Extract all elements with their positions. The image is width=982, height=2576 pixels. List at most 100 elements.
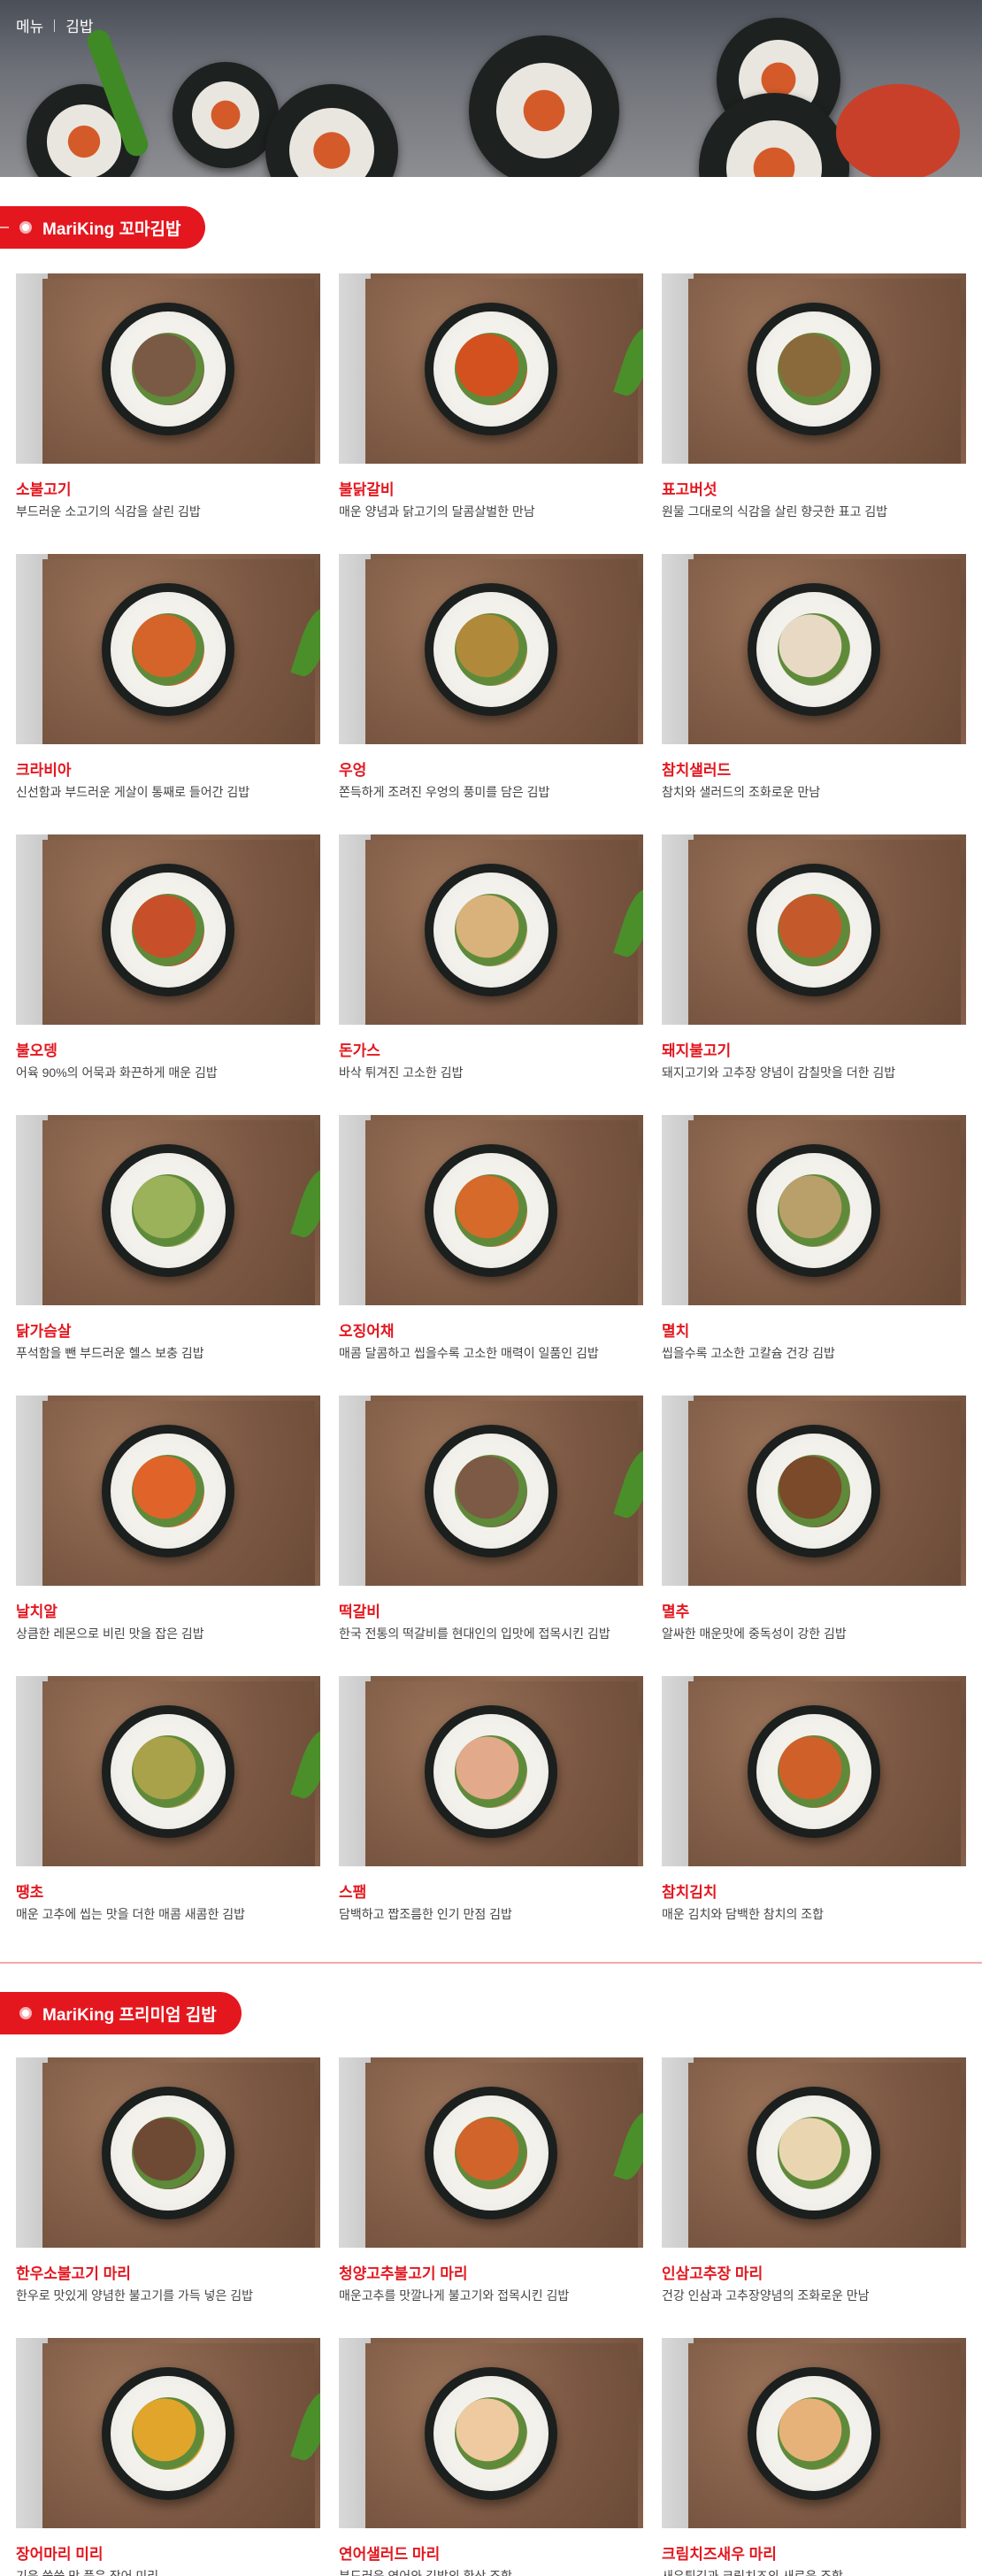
menu-item-name[interactable]: 참치김치 xyxy=(662,1884,966,1902)
filling xyxy=(455,332,527,405)
filling xyxy=(455,2116,527,2189)
kimbap-roll xyxy=(102,2366,234,2500)
menu-item-name[interactable]: 우엉 xyxy=(339,762,643,780)
section-brand: MariKing xyxy=(42,2005,115,2025)
menu-card[interactable]: 불오뎅 어육 90%의 어묵과 화끈하게 매운 김밥 xyxy=(16,834,320,1115)
menu-item-name[interactable]: 돼지불고기 xyxy=(662,1042,966,1060)
menu-item-name[interactable]: 불오뎅 xyxy=(16,1042,320,1060)
menu-card[interactable]: 참치샐러드 참치와 샐러드의 조화로운 만남 xyxy=(662,554,966,834)
kimbap-photo[interactable] xyxy=(662,554,966,744)
kimbap-photo[interactable] xyxy=(16,834,320,1025)
kimbap-photo[interactable] xyxy=(16,2338,320,2528)
menu-card[interactable]: 인삼고추장 마리 건강 인삼과 고추장양념의 조화로운 만남 xyxy=(662,2057,966,2338)
section-heading-premium: MariKing 프리미엄 김밥 xyxy=(0,1991,242,2035)
kimbap-photo[interactable] xyxy=(662,273,966,464)
section-title: 꼬마김밥 xyxy=(119,219,181,239)
menu-item-name[interactable]: 멸치 xyxy=(662,1323,966,1341)
kimbap-photo[interactable] xyxy=(339,1676,643,1866)
menu-card[interactable]: 크림치즈새우 마리새우튀김과 크림치즈의 새로운 조합 xyxy=(662,2338,966,2576)
menu-item-name[interactable]: 돈가스 xyxy=(339,1042,643,1060)
kimbap-photo[interactable] xyxy=(16,273,320,464)
menu-card[interactable]: 참치김치 매운 김치와 담백한 참치의 조합 xyxy=(662,1676,966,1957)
kimbap-roll xyxy=(102,302,234,435)
menu-item-name[interactable]: 떡갈비 xyxy=(339,1603,643,1621)
kimbap-photo[interactable] xyxy=(16,1115,320,1305)
section-line-left xyxy=(0,227,9,228)
kimbap-roll xyxy=(425,1143,557,1277)
kimbap-photo[interactable] xyxy=(662,2338,966,2528)
menu-item-name[interactable]: 연어샐러드 마리 xyxy=(339,2546,643,2564)
menu-card[interactable]: 오징어채 매콤 달콤하고 씹을수록 고소한 매력이 일품인 김밥 xyxy=(339,1115,643,1396)
menu-card[interactable]: 돈가스바삭 튀겨진 고소한 김밥 xyxy=(339,834,643,1115)
menu-card[interactable]: 장어마리 미리 기운 쑥쑥 맛 품은 장어 미리 xyxy=(16,2338,320,2576)
menu-card[interactable]: 스팸 담백하고 짭조름한 인기 만점 김밥 xyxy=(339,1676,643,1957)
menu-card[interactable]: 표고버섯 원물 그대로의 식감을 살린 향긋한 표고 김밥 xyxy=(662,273,966,554)
menu-item-name[interactable]: 땡초 xyxy=(16,1884,320,1902)
menu-item-name[interactable]: 한우소불고기 마리 xyxy=(16,2265,320,2283)
menu-item-name[interactable]: 소불고기 xyxy=(16,481,320,499)
kimbap-roll xyxy=(425,1704,557,1838)
kimbap-roll xyxy=(748,1143,880,1277)
menu-card[interactable]: 연어샐러드 마리 부드러운 연어와 김밥의 환상 조합 xyxy=(339,2338,643,2576)
menu-card[interactable]: 한우소불고기 마리 한우로 맛있게 양념한 불고기를 가득 넣은 김밥 xyxy=(16,2057,320,2338)
fruit-garnish xyxy=(836,84,960,177)
menu-item-name[interactable]: 크라비아 xyxy=(16,762,320,780)
menu-item-description: 새우튀김과 크림치즈의 새로운 조합 xyxy=(662,2569,843,2576)
kimbap-roll xyxy=(425,1424,557,1557)
kimbap-photo[interactable] xyxy=(662,1115,966,1305)
menu-item-name[interactable]: 청양고추불고기 마리 xyxy=(339,2265,643,2283)
kimbap-photo xyxy=(469,35,619,177)
kimbap-photo[interactable] xyxy=(339,554,643,744)
menu-item-description: 바삭 튀겨진 고소한 김밥 xyxy=(339,1065,464,1080)
kimbap-photo[interactable] xyxy=(16,1676,320,1866)
menu-item-name[interactable]: 스팸 xyxy=(339,1884,643,1902)
kimbap-photo[interactable] xyxy=(339,273,643,464)
kimbap-photo[interactable] xyxy=(16,554,320,744)
filling xyxy=(455,1454,527,1527)
kimbap-photo[interactable] xyxy=(16,2057,320,2248)
kimbap-photo[interactable] xyxy=(662,1676,966,1866)
breadcrumb-current[interactable]: 김밥 xyxy=(65,14,93,36)
menu-item-name[interactable]: 오징어채 xyxy=(339,1323,643,1341)
menu-item-name[interactable]: 참치샐러드 xyxy=(662,762,966,780)
kimbap-roll xyxy=(425,582,557,716)
menu-item-name[interactable]: 표고버섯 xyxy=(662,481,966,499)
kimbap-photo[interactable] xyxy=(662,2057,966,2248)
breadcrumb-home-link[interactable]: 메뉴 xyxy=(16,14,43,36)
menu-card[interactable]: 크라비아 신선함과 부드러운 게살이 통째로 들어간 김밥 xyxy=(16,554,320,834)
kimbap-photo[interactable] xyxy=(339,1396,643,1586)
menu-card[interactable]: 멸추 알싸한 매운맛에 중독성이 강한 김밥 xyxy=(662,1396,966,1676)
kimbap-photo[interactable] xyxy=(339,834,643,1025)
filling xyxy=(132,1454,204,1527)
kimbap-photo[interactable] xyxy=(339,2057,643,2248)
menu-card[interactable]: 돼지불고기 돼지고기와 고추장 양념이 감칠맛을 더한 김밥 xyxy=(662,834,966,1115)
menu-card[interactable]: 청양고추불고기 마리 매운고추를 맛깔나게 불고기와 접목시킨 김밥 xyxy=(339,2057,643,2338)
kimbap-roll xyxy=(102,1704,234,1838)
kimbap-photo[interactable] xyxy=(339,1115,643,1305)
kimbap-photo[interactable] xyxy=(662,1396,966,1586)
menu-item-name[interactable]: 닭가슴살 xyxy=(16,1323,320,1341)
kimbap-roll xyxy=(425,2366,557,2500)
menu-item-name[interactable]: 날치알 xyxy=(16,1603,320,1621)
menu-item-description: 푸석함을 뺀 부드러운 헬스 보충 김밥 xyxy=(16,1346,204,1360)
menu-item-name[interactable]: 멸추 xyxy=(662,1603,966,1621)
kimbap-photo[interactable] xyxy=(662,834,966,1025)
menu-item-description: 매운 고추에 씹는 맛을 더한 매콤 새콤한 김밥 xyxy=(16,1907,246,1921)
kimbap-photo[interactable] xyxy=(339,2338,643,2528)
menu-card[interactable]: 불닭갈비 매운 양념과 닭고기의 달콤살벌한 만남 xyxy=(339,273,643,554)
menu-item-name[interactable]: 인삼고추장 마리 xyxy=(662,2265,966,2283)
menu-card[interactable]: 멸치 씹을수록 고소한 고칼슘 건강 김밥 xyxy=(662,1115,966,1396)
kimbap-roll xyxy=(748,1424,880,1557)
menu-card[interactable]: 떡갈비 한국 전통의 떡갈비를 현대인의 입맛에 접목시킨 김밥 xyxy=(339,1396,643,1676)
menu-item-name[interactable]: 크림치즈새우 마리 xyxy=(662,2546,966,2564)
menu-card[interactable]: 우엉 쫀득하게 조려진 우엉의 풍미를 담은 김밥 xyxy=(339,554,643,834)
menu-item-name[interactable]: 불닭갈비 xyxy=(339,481,643,499)
menu-card[interactable]: 닭가슴살푸석함을 뺀 부드러운 헬스 보충 김밥 xyxy=(16,1115,320,1396)
filling xyxy=(455,1734,527,1808)
filling xyxy=(778,332,850,405)
menu-card[interactable]: 날치알 상큼한 레몬으로 비린 맛을 잡은 김밥 xyxy=(16,1396,320,1676)
kimbap-photo[interactable] xyxy=(16,1396,320,1586)
menu-card[interactable]: 땡초매운 고추에 씹는 맛을 더한 매콤 새콤한 김밥 xyxy=(16,1676,320,1957)
menu-card[interactable]: 소불고기 부드러운 소고기의 식감을 살린 김밥 xyxy=(16,273,320,554)
menu-item-name[interactable]: 장어마리 미리 xyxy=(16,2546,320,2564)
